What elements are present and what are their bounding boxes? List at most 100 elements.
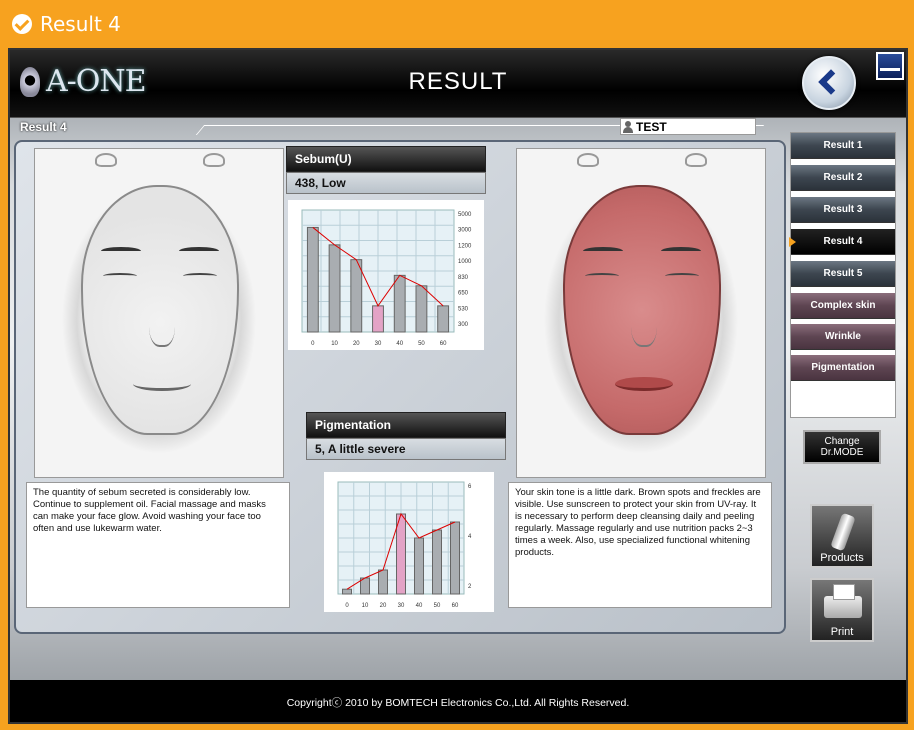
face-sketch	[81, 185, 239, 435]
result-label: Result 4	[20, 120, 67, 134]
chart-y-tick-label: 530	[458, 306, 469, 312]
header: A-ONE RESULT	[10, 50, 906, 118]
chart-y-tick-label: 3000	[458, 228, 472, 234]
chart-bar	[415, 285, 428, 333]
chart-bar	[396, 513, 406, 595]
minimize-button[interactable]	[876, 52, 904, 80]
pigmentation-face-image	[516, 148, 766, 478]
chart-y-tick-label: 2	[468, 584, 472, 590]
bottle-icon	[830, 512, 856, 552]
pigmentation-advice-text: Your skin tone is a little dark. Brown s…	[508, 482, 772, 608]
chart-y-tick-label: 6	[468, 484, 472, 490]
sidebar-item-result-2[interactable]: Result 2	[791, 165, 895, 191]
pigmentation-chart-svg: 0 10 20 30 40 50 60 6 4 2	[337, 481, 472, 609]
mouth	[133, 377, 191, 391]
chart-bar	[378, 569, 388, 595]
nose	[631, 297, 657, 347]
sebum-title: Sebum(U)	[286, 146, 486, 172]
photo-marker	[95, 153, 117, 167]
chart-tick-label: 60	[440, 341, 447, 347]
chart-bar	[450, 521, 460, 595]
chart-tick-label: 40	[416, 603, 423, 609]
print-button[interactable]: Print	[810, 578, 874, 642]
chart-bar	[372, 305, 384, 333]
chart-bar	[350, 259, 363, 333]
chart-tick-label: 30	[398, 603, 405, 609]
chart-bar	[432, 529, 442, 595]
face-sketch	[563, 185, 721, 435]
back-button[interactable]	[802, 56, 856, 110]
footer: Copyrightⓒ 2010 by BOMTECH Electronics C…	[10, 680, 906, 722]
sidebar-item-pigmentation[interactable]: Pigmentation	[791, 355, 895, 381]
chart-tick-label: 50	[434, 603, 441, 609]
chart-y-tick-label: 830	[458, 275, 469, 281]
products-button[interactable]: Products	[810, 504, 874, 568]
app-frame: A-ONE RESULT Result 4 TEST Sebum(U) 438,…	[8, 48, 908, 724]
photo-marker	[203, 153, 225, 167]
chart-tick-label: 20	[353, 341, 360, 347]
eyebrow	[583, 247, 623, 255]
print-label: Print	[830, 626, 854, 638]
chart-y-tick-label: 1000	[458, 259, 472, 265]
app-window: Result 4 A-ONE RESULT Result 4 TEST Sebu…	[0, 0, 914, 730]
sidebar-item-result-4[interactable]: Result 4	[789, 229, 895, 255]
pigmentation-measure: Pigmentation 5, A little severe	[306, 412, 506, 460]
mouth	[615, 377, 673, 391]
chart-tick-label: 10	[331, 341, 338, 347]
page-title: RESULT	[408, 68, 508, 95]
window-title-bar: Result 4	[0, 0, 914, 48]
photo-marker	[685, 153, 707, 167]
sebum-advice-text: The quantity of sebum secreted is consid…	[26, 482, 290, 608]
chart-bar	[393, 274, 406, 333]
chart-y-tick-label: 650	[458, 291, 469, 297]
chart-y-tick-label: 1200	[458, 243, 472, 249]
sidebar-item-result-3[interactable]: Result 3	[791, 197, 895, 223]
user-name: TEST	[636, 119, 667, 134]
pigmentation-value: 5, A little severe	[306, 438, 506, 460]
chart-y-tick-label: 300	[458, 322, 469, 328]
change-drmode-button[interactable]: Change Dr.MODE	[803, 430, 881, 464]
chart-bar	[414, 537, 424, 595]
eye	[665, 273, 699, 279]
chart-bar	[342, 588, 352, 595]
chart-y-tick-label: 5000	[458, 212, 472, 218]
chart-tick-label: 30	[375, 341, 382, 347]
chart-tick-label: 0	[311, 341, 315, 347]
eyebrow	[661, 247, 701, 255]
chart-bar	[306, 226, 319, 333]
back-arrow-icon	[818, 69, 844, 95]
sidebar-item-result-1[interactable]: Result 1	[791, 133, 895, 159]
sebum-chart: 0 10 20 30 40 50 60 5000 3000 1200 1000 830 650 530 30…	[288, 200, 484, 350]
eyebrow	[179, 247, 219, 255]
window-title: Result 4	[40, 12, 121, 36]
chart-tick-label: 60	[452, 603, 459, 609]
sidebar-item-wrinkle[interactable]: Wrinkle	[791, 324, 895, 350]
pigmentation-chart: 0 10 20 30 40 50 60 6 4 2	[324, 472, 494, 612]
sidebar-item-result-5[interactable]: Result 5	[791, 261, 895, 287]
sebum-measure: Sebum(U) 438, Low	[286, 146, 486, 194]
user-box: TEST	[620, 118, 756, 135]
eyebrow	[101, 247, 141, 255]
chart-tick-label: 10	[362, 603, 369, 609]
user-icon	[623, 120, 633, 133]
sebum-chart-svg: 0 10 20 30 40 50 60 5000 3000 1200 1000 830 650 530 30…	[301, 209, 472, 347]
result-panel: Sebum(U) 438, Low 0 10 20 30 40 50 60 5000 3000 1…	[14, 140, 786, 634]
sub-bar: Result 4 TEST	[10, 118, 906, 136]
sebum-value: 438, Low	[286, 172, 486, 194]
nose	[149, 297, 175, 347]
sidebar-item-complex-skin[interactable]: Complex skin	[791, 293, 895, 319]
sebum-face-image	[34, 148, 284, 478]
main-area: Result 4 TEST Sebum(U) 438, Low 0 10 20 …	[10, 118, 906, 680]
chart-tick-label: 40	[396, 341, 403, 347]
chart-bar	[437, 305, 450, 333]
eye	[585, 273, 619, 279]
products-label: Products	[820, 552, 864, 564]
chart-tick-label: 20	[380, 603, 387, 609]
printer-icon	[824, 584, 862, 618]
eye	[183, 273, 217, 279]
pigmentation-title: Pigmentation	[306, 412, 506, 438]
chart-tick-label: 50	[418, 341, 425, 347]
check-circle-icon	[12, 14, 32, 34]
result-sidebar: Result 1 Result 2 Result 3 Result 4 Resu…	[789, 132, 896, 418]
chart-bar	[328, 244, 341, 333]
